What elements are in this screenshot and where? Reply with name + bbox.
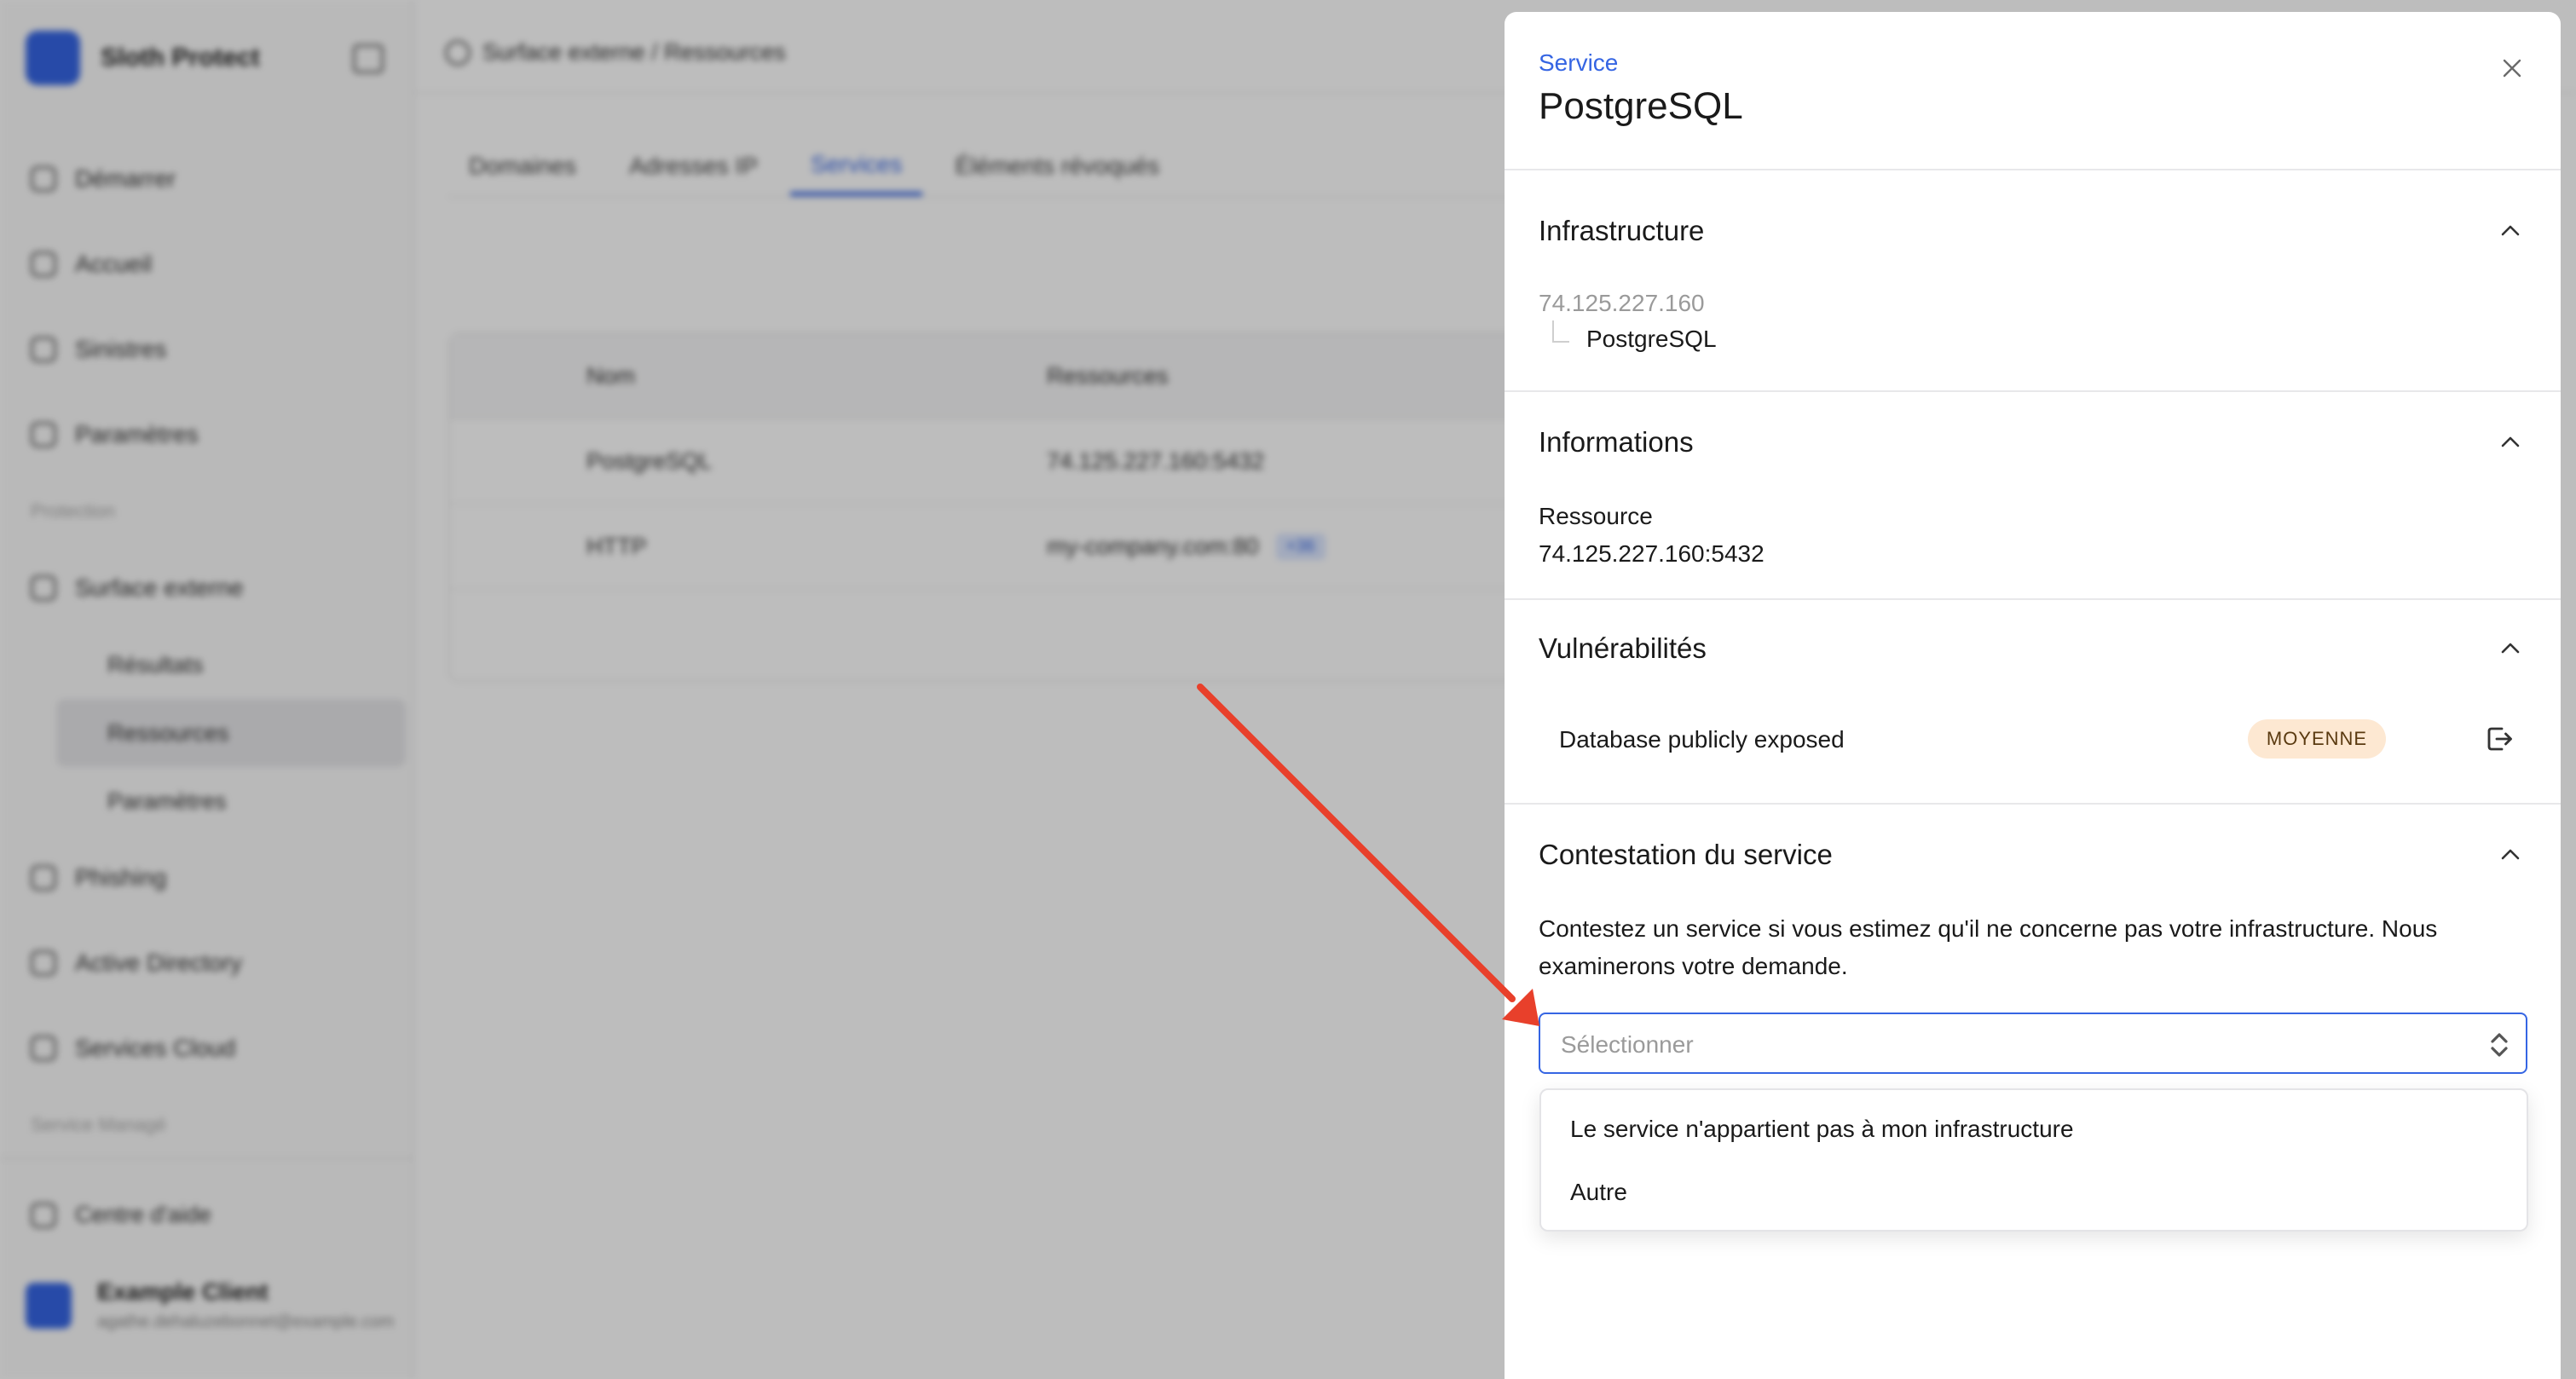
- infrastructure-ip: 74.125.227.160: [1539, 290, 1705, 316]
- close-icon: [2503, 59, 2521, 78]
- collapse-vulnerabilities-button[interactable]: [2493, 631, 2527, 665]
- vulnerabilities-section: Vulnérabilités Database publicly exposed…: [1505, 600, 2561, 805]
- chevron-up-icon: [2501, 225, 2520, 236]
- chevron-up-icon: [2501, 436, 2520, 447]
- informations-section: Informations Ressource 74.125.227.160:54…: [1505, 392, 2561, 600]
- drawer-title: PostgreSQL: [1539, 85, 1743, 127]
- section-title: Informations: [1539, 426, 1694, 458]
- external-link-icon: [2487, 727, 2512, 751]
- infrastructure-child: PostgreSQL: [1586, 326, 1717, 352]
- open-vulnerability-button[interactable]: [2480, 719, 2519, 759]
- select-placeholder: Sélectionner: [1561, 1031, 1694, 1058]
- section-title: Vulnérabilités: [1539, 632, 1707, 664]
- chevron-up-icon: [2501, 849, 2520, 860]
- contest-reason-select[interactable]: Sélectionner: [1539, 1013, 2527, 1074]
- collapse-informations-button[interactable]: [2493, 424, 2527, 459]
- vulnerability-name: Database publicly exposed: [1559, 726, 1845, 753]
- resource-value: 74.125.227.160:5432: [1539, 540, 1765, 567]
- close-button[interactable]: [2493, 49, 2531, 87]
- dropdown-option-other[interactable]: Autre: [1570, 1179, 1627, 1206]
- drawer-header: Service PostgreSQL: [1505, 12, 2561, 170]
- infrastructure-section: Infrastructure 74.125.227.160 PostgreSQL: [1505, 170, 2561, 392]
- collapse-contest-button[interactable]: [2493, 837, 2527, 871]
- drawer-eyebrow: Service: [1539, 49, 1619, 76]
- resource-label: Ressource: [1539, 503, 1653, 529]
- dropdown-option-not-my-infrastructure[interactable]: Le service n'appartient pas à mon infras…: [1570, 1116, 2074, 1143]
- section-title: Infrastructure: [1539, 215, 1705, 246]
- contest-description: Contestez un service si vous estimez qu'…: [1539, 915, 2438, 979]
- severity-badge: MOYENNE: [2248, 719, 2386, 759]
- chevron-up-icon: [2501, 643, 2520, 654]
- collapse-infrastructure-button[interactable]: [2493, 213, 2527, 247]
- chevron-up-down-icon: [2491, 1033, 2508, 1057]
- contest-reason-dropdown: Le service n'appartient pas à mon infras…: [1539, 1088, 2528, 1232]
- tree-connector: [1552, 320, 1569, 343]
- section-title: Contestation du service: [1539, 839, 1833, 870]
